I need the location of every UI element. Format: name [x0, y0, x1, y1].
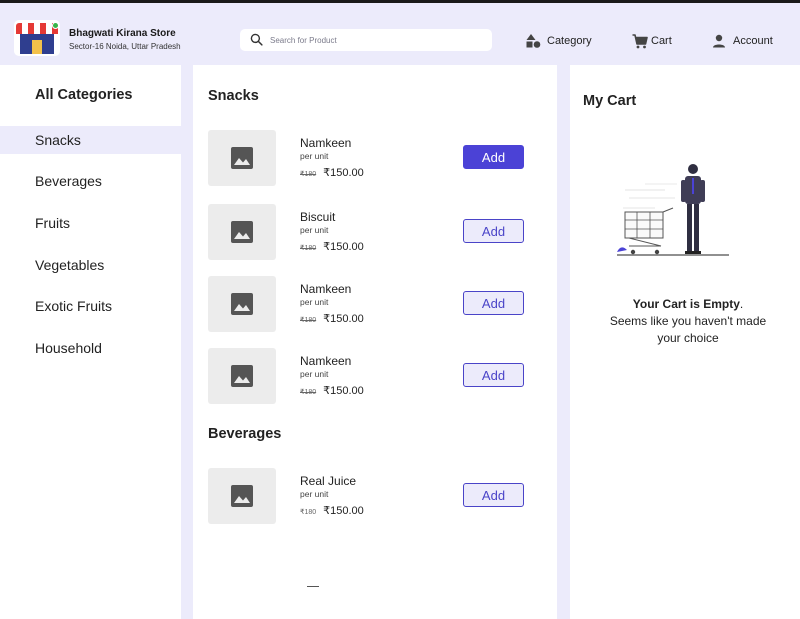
- product-card: Real Juice per unit ₹180 ₹150.00 Add: [208, 468, 538, 524]
- sidebar-item-exotic-fruits[interactable]: Exotic Fruits: [0, 292, 181, 320]
- sidebar-item-vegetables[interactable]: Vegetables: [0, 251, 181, 279]
- section-title: Snacks: [208, 88, 259, 104]
- empty-cart-illustration: [617, 164, 729, 256]
- search-input[interactable]: [270, 31, 485, 49]
- product-new-price: ₹150.00: [323, 505, 364, 517]
- empty-cart-text: Seems like you haven't made your choice: [609, 314, 767, 345]
- top-bar: Bhagwati Kirana Store Sector-16 Noida, U…: [0, 0, 800, 65]
- store-logo[interactable]: [14, 20, 60, 56]
- add-button[interactable]: Add: [463, 363, 524, 387]
- online-status-dot: [52, 22, 59, 29]
- product-price: ₹180 ₹150.00: [300, 240, 364, 253]
- product-new-price: ₹150.00: [323, 241, 364, 253]
- empty-cart-title: Your Cart is Empty: [632, 297, 740, 311]
- product-card: Namkeen per unit ₹180 ₹150.00 Add: [208, 130, 538, 186]
- category-icon: [526, 34, 541, 48]
- product-price: ₹180 ₹150.00: [300, 384, 364, 397]
- search-icon: [250, 33, 263, 46]
- product-image: [208, 276, 276, 332]
- product-image: [208, 348, 276, 404]
- product-unit: per unit: [300, 297, 329, 307]
- cart-title: My Cart: [583, 93, 637, 109]
- product-price: ₹180 ₹150.00: [300, 166, 364, 179]
- nav-account-label: Account: [733, 35, 773, 47]
- sidebar-item-snacks[interactable]: Snacks: [0, 126, 181, 154]
- empty-cart-message: Your Cart is Empty. Seems like you haven…: [570, 296, 800, 347]
- product-old-price: ₹180: [300, 389, 317, 396]
- product-new-price: ₹150.00: [323, 167, 364, 179]
- add-button[interactable]: Add: [463, 291, 524, 315]
- section-title: Beverages: [208, 426, 282, 442]
- empty-cart-period: .: [739, 297, 744, 311]
- add-button[interactable]: Add: [463, 219, 524, 243]
- product-list: Snacks Namkeen per unit ₹180 ₹150.00 Add…: [193, 65, 557, 619]
- product-name: Biscuit: [300, 210, 336, 224]
- product-price: ₹180 ₹150.00: [300, 312, 364, 325]
- product-card: Namkeen per unit ₹180 ₹150.00 Add: [208, 276, 538, 332]
- product-price: ₹180 ₹150.00: [300, 504, 364, 517]
- product-name: Namkeen: [300, 354, 352, 368]
- product-card: Namkeen per unit ₹180 ₹150.00 Add: [208, 348, 538, 404]
- product-name: Namkeen: [300, 136, 352, 150]
- sidebar-title: All Categories: [35, 87, 133, 103]
- cart-icon: [632, 33, 648, 48]
- divider: [307, 586, 319, 587]
- product-image: [208, 130, 276, 186]
- sidebar-item-fruits[interactable]: Fruits: [0, 209, 181, 237]
- product-old-price: ₹180: [300, 245, 317, 252]
- sidebar-item-household[interactable]: Household: [0, 334, 181, 362]
- store-name: Bhagwati Kirana Store: [69, 28, 176, 39]
- add-button[interactable]: Add: [463, 145, 524, 169]
- category-sidebar: All Categories Snacks Beverages Fruits V…: [0, 65, 181, 619]
- add-button[interactable]: Add: [463, 483, 524, 507]
- product-old-price: ₹180: [300, 317, 317, 324]
- product-old-price: ₹180: [300, 509, 317, 516]
- image-placeholder-icon: [231, 485, 253, 507]
- logo-door: [32, 40, 42, 54]
- right-gutter: [557, 65, 570, 619]
- product-old-price: ₹180: [300, 171, 317, 178]
- search-bar[interactable]: [240, 29, 492, 51]
- product-new-price: ₹150.00: [323, 313, 364, 325]
- nav-cart[interactable]: Cart: [632, 33, 672, 49]
- nav-account[interactable]: Account: [712, 33, 773, 49]
- product-name: Real Juice: [300, 474, 357, 488]
- left-gutter: [181, 65, 193, 619]
- product-new-price: ₹150.00: [323, 385, 364, 397]
- image-placeholder-icon: [231, 221, 253, 243]
- product-name: Namkeen: [300, 282, 352, 296]
- product-unit: per unit: [300, 225, 329, 235]
- cart-panel: My Cart Your Cart is Empty. Seems like y…: [570, 65, 800, 619]
- store-address: Sector-16 Noida, Uttar Pradesh: [69, 42, 181, 51]
- product-image: [208, 468, 276, 524]
- image-placeholder-icon: [231, 293, 253, 315]
- nav-category[interactable]: Category: [526, 33, 592, 49]
- sidebar-item-beverages[interactable]: Beverages: [0, 167, 181, 195]
- product-unit: per unit: [300, 369, 329, 379]
- nav-category-label: Category: [547, 35, 592, 47]
- image-placeholder-icon: [231, 147, 253, 169]
- product-image: [208, 204, 276, 260]
- product-unit: per unit: [300, 151, 329, 161]
- product-unit: per unit: [300, 489, 329, 499]
- account-icon: [713, 34, 725, 48]
- image-placeholder-icon: [231, 365, 253, 387]
- product-card: Biscuit per unit ₹180 ₹150.00 Add: [208, 204, 538, 260]
- nav-cart-label: Cart: [651, 35, 672, 47]
